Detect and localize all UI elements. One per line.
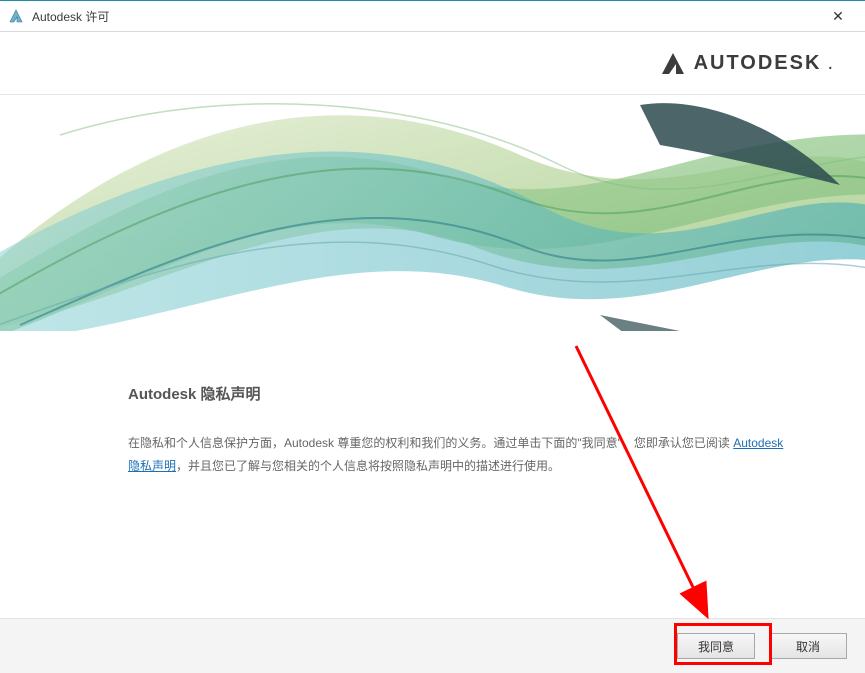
- app-icon: [8, 8, 24, 24]
- privacy-heading: Autodesk 隐私声明: [128, 383, 787, 404]
- close-button[interactable]: ✕: [817, 1, 859, 31]
- window-title: Autodesk 许可: [32, 8, 817, 25]
- content-area: Autodesk 隐私声明 在隐私和个人信息保护方面，Autodesk 尊重您的…: [0, 331, 865, 478]
- privacy-paragraph: 在隐私和个人信息保护方面，Autodesk 尊重您的权利和我们的义务。通过单击下…: [128, 432, 787, 478]
- privacy-text-before: 在隐私和个人信息保护方面，Autodesk 尊重您的权利和我们的义务。通过单击下…: [128, 436, 733, 450]
- autodesk-logo: AUTODESK.: [660, 50, 833, 76]
- header: AUTODESK.: [0, 32, 865, 95]
- agree-button[interactable]: 我同意: [677, 633, 755, 659]
- privacy-text-after: ，并且您已了解与您相关的个人信息将按照隐私声明中的描述进行使用。: [176, 459, 560, 473]
- hero-artwork: [0, 95, 865, 331]
- autodesk-dot: .: [827, 52, 833, 75]
- titlebar: Autodesk 许可 ✕: [0, 0, 865, 32]
- cancel-button[interactable]: 取消: [769, 633, 847, 659]
- footer: 我同意 取消: [0, 618, 865, 673]
- autodesk-wordmark: AUTODESK: [694, 52, 822, 75]
- autodesk-mark-icon: [660, 50, 686, 76]
